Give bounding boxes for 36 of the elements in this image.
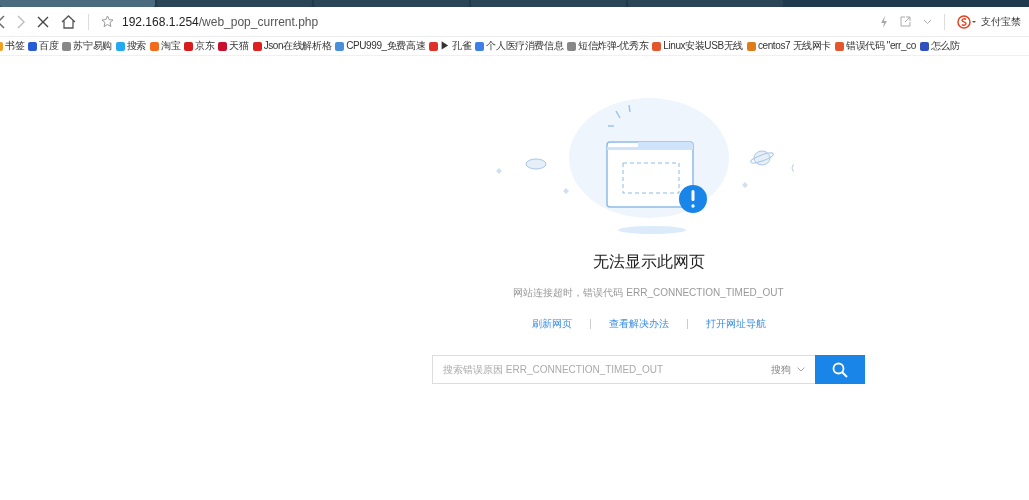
action-link[interactable]: 查看解决办法 [608, 317, 669, 331]
bookmark[interactable]: 错误代码 "err_co [834, 39, 916, 53]
action-link[interactable]: 打开网址导航 [705, 317, 766, 331]
lightning-icon[interactable] [880, 15, 888, 28]
home-icon[interactable] [61, 14, 76, 29]
bookmark[interactable]: 书签 [0, 39, 25, 53]
action-link[interactable]: 刷新网页 [531, 317, 572, 331]
bookmark[interactable]: 个人医疗消费信息 [475, 39, 564, 53]
bookmark[interactable]: 怎么防 [919, 39, 960, 53]
search-field[interactable]: 搜索错误原因 ERR_CONNECTION_TIMED_OUT 搜狗 [432, 355, 865, 384]
bookmark[interactable]: 天猫 [218, 39, 249, 53]
forward-icon[interactable] [17, 14, 25, 29]
s-logo-icon[interactable] [957, 14, 977, 29]
bookmark[interactable]: 百度 [28, 39, 59, 53]
error-title: 无法显示此网页 [592, 252, 705, 273]
bookmark[interactable]: centos7 无线网卡 [746, 39, 831, 53]
error-message: 网站连接超时，错误代码 ERR_CONNECTION_TIMED_OUT [513, 286, 784, 300]
bookmark[interactable]: 短信炸弹-优秀东 [567, 39, 649, 53]
address-field[interactable]: 192.168.1.254/web_pop_current.php [122, 14, 868, 29]
bookmark[interactable]: 淘宝 [150, 39, 181, 53]
chevron-down-icon [797, 367, 805, 372]
chevron-down-icon[interactable] [923, 18, 932, 25]
stop-icon[interactable] [37, 15, 49, 28]
search-engine-dropdown[interactable]: 搜狗 [771, 362, 815, 377]
search-button[interactable] [815, 355, 865, 384]
share-icon[interactable] [900, 16, 911, 27]
bookmark[interactable]: ▶ 孔雀 [429, 39, 472, 53]
bookmark[interactable]: Json在线解析格 [252, 39, 332, 53]
bookmark[interactable]: Linux安装USB无线 [652, 39, 743, 53]
bookmark[interactable]: 搜索 [115, 39, 146, 53]
bookmark[interactable]: CPU999_免费高速 [335, 39, 426, 53]
extension-label[interactable]: 支付宝禁 [981, 14, 1021, 29]
star-icon[interactable] [101, 15, 114, 28]
bookmark[interactable]: 京东 [184, 39, 215, 53]
bookmark[interactable]: 苏宁易购 [62, 39, 112, 53]
search-icon [832, 361, 848, 378]
